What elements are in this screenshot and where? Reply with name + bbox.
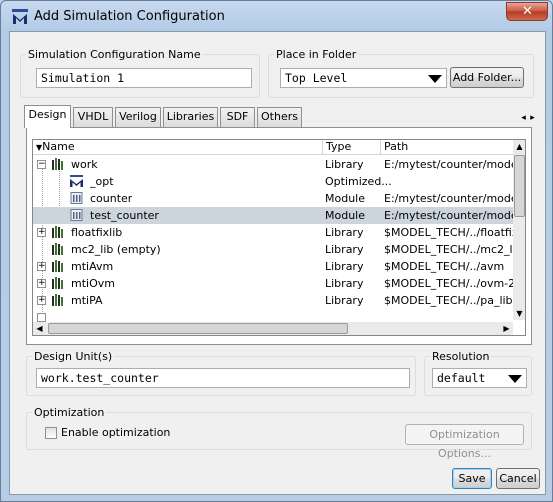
library-tree-list[interactable]: ▼Name Type Path − work Library E:/mytest… bbox=[32, 139, 526, 336]
row-path: $MODEL_TECH/../ovm-2.1. bbox=[384, 277, 513, 290]
row-name: work bbox=[71, 158, 98, 171]
row-path: $MODEL_TECH/../avm bbox=[384, 260, 505, 273]
scroll-right-icon[interactable]: ▶ bbox=[500, 322, 513, 335]
resolution-label: Resolution bbox=[430, 350, 492, 363]
row-type: Module bbox=[325, 192, 365, 205]
row-path: $MODEL_TECH/../mc2_lib bbox=[384, 243, 513, 256]
cancel-button[interactable]: Cancel bbox=[496, 468, 540, 489]
expand-icon[interactable]: + bbox=[37, 279, 46, 288]
row-name: mtiPA bbox=[71, 294, 103, 307]
tree-row-counter[interactable]: counter Module E:/mytest/counter/modelsi… bbox=[33, 190, 513, 207]
modelsim-m-icon bbox=[70, 175, 83, 187]
scroll-down-icon[interactable]: ▼ bbox=[513, 307, 525, 320]
tab-scroll-left-icon[interactable]: ◂ bbox=[519, 112, 528, 125]
expand-icon[interactable]: + bbox=[37, 296, 46, 305]
close-button[interactable]: ✕ bbox=[506, 2, 548, 21]
row-type: Library bbox=[325, 294, 364, 307]
row-name: test_counter bbox=[90, 209, 159, 222]
scroll-up-icon[interactable]: ▲ bbox=[513, 140, 525, 153]
chevron-down-icon bbox=[508, 375, 522, 383]
optimization-label: Optimization bbox=[32, 406, 107, 419]
row-name: mc2_lib (empty) bbox=[71, 243, 161, 256]
row-name: floatfixlib bbox=[71, 226, 123, 239]
horizontal-scrollbar[interactable]: ◀ ▶ bbox=[33, 322, 513, 335]
dialog-client: Simulation Configuration Name Simulation… bbox=[9, 31, 546, 495]
close-icon: ✕ bbox=[522, 4, 533, 19]
tree-row-test-counter[interactable]: test_counter Module E:/mytest/counter/mo… bbox=[33, 207, 513, 224]
library-icon bbox=[52, 260, 63, 272]
module-icon bbox=[70, 192, 83, 204]
enable-optimization-label[interactable]: Enable optimization bbox=[61, 426, 170, 439]
vertical-scroll-thumb[interactable] bbox=[514, 155, 525, 217]
folder-label: Place in Folder bbox=[274, 48, 359, 61]
design-unit-label: Design Unit(s) bbox=[32, 350, 115, 363]
row-name: mtiOvm bbox=[71, 277, 115, 290]
row-path: E:/mytest/counter/modelsim bbox=[384, 158, 513, 171]
vertical-scrollbar[interactable]: ▲ ▼ bbox=[513, 140, 525, 320]
tree-row-floatfixlib[interactable]: + floatfixlib Library $MODEL_TECH/../flo… bbox=[33, 224, 513, 241]
row-type: Library bbox=[325, 158, 364, 171]
collapse-icon[interactable]: − bbox=[37, 160, 46, 169]
library-icon bbox=[52, 158, 63, 170]
tree-row-work[interactable]: − work Library E:/mytest/counter/modelsi… bbox=[33, 156, 513, 173]
module-icon bbox=[70, 209, 83, 221]
tab-verilog[interactable]: Verilog bbox=[115, 107, 161, 127]
expand-icon bbox=[37, 313, 46, 322]
enable-optimization-checkbox[interactable] bbox=[45, 427, 57, 439]
tree-row-opt[interactable]: _opt Optimized... bbox=[33, 173, 513, 190]
row-type: Library bbox=[325, 277, 364, 290]
save-button[interactable]: Save bbox=[452, 468, 492, 489]
library-icon bbox=[52, 294, 63, 306]
expand-icon[interactable]: + bbox=[37, 228, 46, 237]
title-bar[interactable]: Add Simulation Configuration ✕ bbox=[1, 1, 552, 31]
tree-row-mtiovm[interactable]: + mtiOvm Library $MODEL_TECH/../ovm-2.1. bbox=[33, 275, 513, 292]
tab-vhdl[interactable]: VHDL bbox=[73, 107, 113, 127]
library-icon bbox=[52, 226, 63, 238]
list-header: ▼Name Type Path bbox=[33, 140, 513, 155]
row-type: Module bbox=[325, 209, 365, 222]
row-path: $MODEL_TECH/../floatfixlib bbox=[384, 226, 513, 239]
row-type: Optimized... bbox=[325, 175, 392, 188]
row-type: Library bbox=[325, 226, 364, 239]
tree-row-partial bbox=[33, 309, 513, 322]
library-icon bbox=[52, 243, 63, 255]
tab-others[interactable]: Others bbox=[257, 107, 302, 127]
config-name-input[interactable]: Simulation 1 bbox=[36, 68, 252, 88]
design-unit-input[interactable]: work.test_counter bbox=[36, 368, 410, 388]
expand-icon[interactable]: + bbox=[37, 262, 46, 271]
add-folder-button[interactable]: Add Folder... bbox=[450, 67, 524, 88]
folder-select-value: Top Level bbox=[285, 71, 348, 85]
resolution-select-value: default bbox=[437, 371, 486, 385]
row-path: $MODEL_TECH/../pa_lib bbox=[384, 294, 513, 307]
tab-sdf[interactable]: SDF bbox=[220, 107, 255, 127]
tree-row-mc2-lib[interactable]: mc2_lib (empty) Library $MODEL_TECH/../m… bbox=[33, 241, 513, 258]
tree-row-mtiavm[interactable]: + mtiAvm Library $MODEL_TECH/../avm bbox=[33, 258, 513, 275]
row-name: _opt bbox=[90, 175, 114, 188]
optimization-options-button[interactable]: Optimization Options... bbox=[405, 424, 524, 460]
folder-select[interactable]: Top Level bbox=[280, 68, 447, 88]
modelsim-logo-icon bbox=[12, 9, 28, 24]
row-path: E:/mytest/counter/modelsim bbox=[384, 192, 513, 205]
library-icon bbox=[52, 277, 63, 289]
row-path: E:/mytest/counter/modelsim bbox=[384, 209, 513, 222]
row-name: mtiAvm bbox=[71, 260, 114, 273]
column-header-type[interactable]: Type bbox=[323, 140, 381, 155]
tree-row-mtipa[interactable]: + mtiPA Library $MODEL_TECH/../pa_lib bbox=[33, 292, 513, 309]
dialog-window: Add Simulation Configuration ✕ Simulatio… bbox=[0, 0, 553, 502]
column-header-name[interactable]: ▼Name bbox=[33, 140, 323, 155]
config-name-label: Simulation Configuration Name bbox=[26, 48, 203, 61]
chevron-down-icon bbox=[428, 75, 442, 83]
tab-libraries[interactable]: Libraries bbox=[163, 107, 218, 127]
row-name: counter bbox=[90, 192, 133, 205]
scroll-left-icon[interactable]: ◀ bbox=[33, 322, 46, 335]
tab-design[interactable]: Design bbox=[24, 105, 71, 128]
window-title: Add Simulation Configuration bbox=[34, 9, 225, 24]
horizontal-scroll-thumb[interactable] bbox=[48, 323, 348, 334]
row-type: Library bbox=[325, 243, 364, 256]
row-type: Library bbox=[325, 260, 364, 273]
resolution-select[interactable]: default bbox=[432, 368, 527, 388]
column-header-path[interactable]: Path bbox=[381, 140, 513, 155]
tab-scroll-right-icon[interactable]: ▸ bbox=[528, 112, 537, 125]
